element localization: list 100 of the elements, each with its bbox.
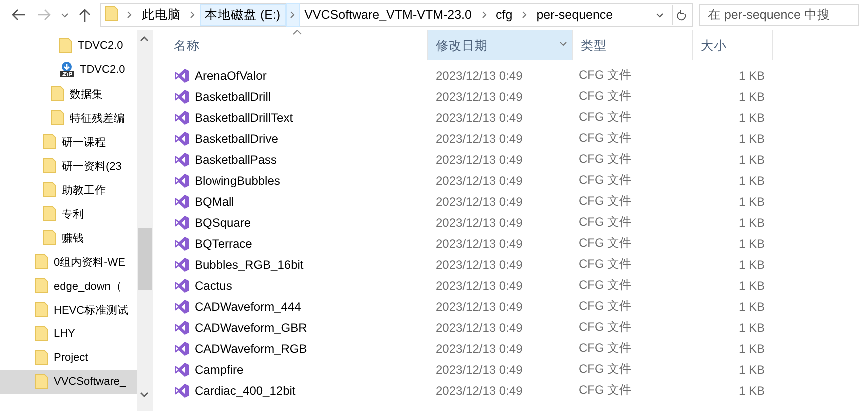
- loop-icon: [174, 320, 190, 336]
- file-type: CFG 文件: [579, 110, 632, 124]
- file-size: 1 KB: [738, 258, 765, 272]
- file-name[interactable]: BasketballPass: [195, 152, 278, 166]
- scrollbar-thumb[interactable]: [138, 228, 152, 290]
- folder-icon: [51, 86, 65, 102]
- modified-date: 2023/12/13 0:49: [436, 216, 523, 230]
- tree-item[interactable]: HEVC标准测试: [0, 298, 137, 322]
- file-type: CFG 文件: [579, 383, 632, 397]
- chevron-icon: [127, 11, 132, 19]
- breadcrumb[interactable]: 此电脑: [136, 4, 186, 26]
- file-name[interactable]: BasketballDrillText: [195, 110, 294, 124]
- file-size: 1 KB: [738, 152, 765, 166]
- chevron-icon: [522, 11, 528, 19]
- chevron-icon: [290, 11, 296, 19]
- file-name[interactable]: BasketballDrive: [195, 132, 278, 146]
- modified-date: 2023/12/13 0:49: [436, 258, 523, 272]
- file-name[interactable]: BQTerrace: [195, 236, 252, 250]
- modified-date: 2023/12/13 0:49: [436, 174, 523, 188]
- modified-date: 2023/12/13 0:49: [436, 278, 523, 292]
- chevron-icon: [190, 11, 196, 19]
- tree-item[interactable]: TDVC2.0: [0, 34, 137, 58]
- refresh-icon: [677, 10, 688, 20]
- breadcrumb[interactable]: per-sequence: [532, 4, 618, 26]
- modified-date: 2023/12/13 0:49: [436, 152, 523, 166]
- modified-date: 2023/12/13 0:49: [436, 132, 523, 146]
- file-name[interactable]: BQMall: [195, 194, 234, 208]
- file-name[interactable]: BQSquare: [195, 216, 252, 230]
- tree-item[interactable]: LHY: [0, 322, 137, 346]
- modified-date: 2023/12/13 0:49: [436, 384, 523, 398]
- modified-date: 2023/12/13 0:49: [436, 342, 523, 356]
- tree-item[interactable]: 研一资料(23: [0, 154, 137, 178]
- file-type: CFG 文件: [579, 215, 632, 229]
- tree-item[interactable]: 专利: [0, 202, 137, 226]
- loop-icon: [174, 130, 190, 146]
- tree-item[interactable]: 研一课程: [0, 130, 137, 154]
- file-name[interactable]: CADWaveform_444: [195, 300, 302, 314]
- tree-item[interactable]: 助教工作: [0, 178, 137, 202]
- loop-icon: [174, 382, 190, 398]
- scroll-down-icon[interactable]: [140, 392, 149, 398]
- chevron-down-icon: [656, 12, 664, 18]
- back-arrow-icon: [12, 9, 26, 21]
- loop-icon: [174, 362, 190, 378]
- file-type: CFG 文件: [579, 320, 632, 334]
- tree-item[interactable]: Project: [0, 346, 137, 370]
- file-name[interactable]: Cactus: [195, 278, 232, 292]
- file-name[interactable]: BlowingBubbles: [195, 174, 280, 188]
- folder-icon: [43, 158, 57, 174]
- file-size: 1 KB: [738, 278, 765, 292]
- file-name[interactable]: CADWaveform_RGB: [195, 342, 308, 356]
- file-type: CFG 文件: [579, 299, 632, 313]
- tree-item[interactable]: edge_down（: [0, 274, 137, 298]
- breadcrumb[interactable]: cfg: [491, 4, 518, 26]
- file-name[interactable]: Campfire: [195, 362, 244, 376]
- loop-icon: [174, 172, 190, 188]
- file-name[interactable]: ArenaOfValor: [195, 68, 267, 82]
- tree-item[interactable]: 数据集: [0, 82, 137, 106]
- file-name[interactable]: Cardiac_400_12bit: [195, 384, 296, 398]
- address-bar[interactable]: 此电脑 本地磁盘 (E:) VVCSoftware_VTM-VTM-23.0 cfg per-sequence: [100, 3, 693, 27]
- file-name[interactable]: Bubbles_RGB_16bit: [195, 258, 304, 272]
- modified-date: 2023/12/13 0:49: [436, 362, 523, 376]
- file-type: CFG 文件: [579, 341, 632, 355]
- file-size: 1 KB: [738, 110, 765, 124]
- sort-caret-icon: [293, 30, 302, 35]
- tree-item[interactable]: 赚钱: [0, 226, 137, 250]
- loop-icon: [174, 194, 190, 210]
- file-size: 1 KB: [738, 174, 765, 188]
- column-header[interactable]: 修改日期: [428, 30, 573, 60]
- forward-arrow-icon: [37, 9, 52, 21]
- folder-icon: [35, 374, 49, 390]
- scroll-up-icon[interactable]: [140, 36, 149, 42]
- modified-date: 2023/12/13 0:49: [436, 194, 523, 208]
- file-name[interactable]: CADWaveform_GBR: [195, 320, 308, 334]
- breadcrumb[interactable]: 本地磁盘 (E:): [200, 4, 286, 26]
- folder-icon: [59, 38, 73, 54]
- tree-item[interactable]: 特征残差编: [0, 106, 137, 130]
- file-size: 1 KB: [738, 384, 765, 398]
- tree-item[interactable]: 0组内资料-WE: [0, 250, 137, 274]
- folder-icon: [35, 326, 49, 342]
- scrollbar[interactable]: [137, 30, 153, 411]
- file-size: 1 KB: [738, 362, 765, 376]
- column-header[interactable]: 大小: [693, 30, 773, 60]
- tree-item[interactable]: VVCSoftware_: [0, 370, 137, 394]
- loop-icon: [174, 214, 190, 230]
- loop-icon: [174, 340, 190, 356]
- search-field[interactable]: 在 per-sequence 中搜: [698, 4, 859, 26]
- file-name[interactable]: BasketballDrill: [195, 90, 272, 104]
- loop-icon: [174, 110, 190, 126]
- file-size: 1 KB: [738, 342, 765, 356]
- file-type: CFG 文件: [579, 194, 632, 208]
- tree-item[interactable]: TDVC2.0: [0, 58, 137, 82]
- column-header[interactable]: 类型: [573, 30, 693, 60]
- modified-date: 2023/12/13 0:49: [436, 90, 523, 104]
- loop-icon: [174, 68, 190, 84]
- folder-icon: [43, 182, 57, 198]
- zip-icon: [59, 62, 75, 78]
- folder-icon: [104, 6, 119, 22]
- breadcrumb[interactable]: VVCSoftware_VTM-VTM-23.0: [300, 4, 477, 26]
- chevron-icon: [482, 11, 486, 19]
- file-size: 1 KB: [738, 236, 765, 250]
